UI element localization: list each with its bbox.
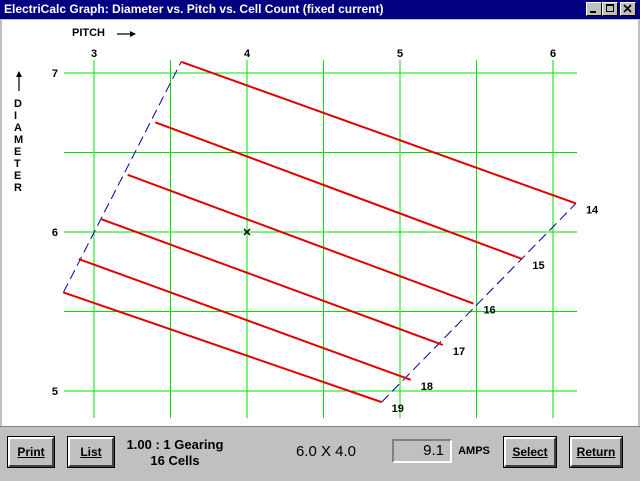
print-button[interactable]: Print — [7, 436, 55, 468]
graph-area: PITCH DIAMETER 3 4 5 6 7 6 5 14 15 16 17 18 19 — [2, 20, 638, 426]
series-label: 15 — [532, 260, 544, 272]
graph-canvas: 3 4 5 6 7 6 5 14 15 16 17 18 19 — [52, 48, 599, 418]
boundary-line — [62, 61, 182, 293]
close-icon — [623, 4, 632, 13]
x-tick-label: 4 — [244, 48, 251, 60]
maximize-icon — [606, 4, 614, 12]
series-line — [154, 121, 523, 260]
cells-text: 16 Cells — [150, 453, 200, 468]
bottom-panel: Print List 1.00 : 1 Gearing 16 Cells 6.0… — [0, 426, 640, 481]
series-line — [127, 173, 474, 305]
y-tick-label: 6 — [52, 227, 58, 239]
boundary-line — [381, 203, 577, 403]
amps-unit: AMPS — [458, 445, 490, 457]
title-bar: ElectriCalc Graph: Diameter vs. Pitch vs… — [0, 0, 640, 19]
x-tick-label: 5 — [397, 48, 403, 60]
select-button[interactable]: Select — [503, 436, 557, 468]
gearing-text: 1.00 : 1 Gearing — [126, 437, 224, 452]
x-tick-label: 3 — [91, 48, 97, 60]
close-button[interactable] — [620, 2, 636, 16]
series-label: 17 — [453, 346, 465, 358]
maximize-button[interactable] — [602, 2, 618, 16]
window-title: ElectriCalc Graph: Diameter vs. Pitch vs… — [4, 2, 384, 16]
minimize-button[interactable] — [586, 2, 602, 16]
list-button[interactable]: List — [67, 436, 115, 468]
series-line — [63, 291, 382, 404]
series-label: 14 — [586, 204, 599, 216]
prop-size-text: 6.0 X 4.0 — [295, 443, 357, 460]
return-button[interactable]: Return — [569, 436, 623, 468]
series-label: 16 — [483, 305, 495, 317]
x-tick-label: 6 — [550, 48, 556, 60]
amps-value: 9.1 — [392, 439, 452, 463]
y-tick-label: 5 — [52, 386, 58, 398]
series-line — [101, 218, 444, 346]
minimize-icon — [590, 11, 596, 13]
series-label: 18 — [421, 381, 433, 393]
series-label: 19 — [392, 403, 404, 415]
series-line — [78, 258, 412, 381]
y-tick-label: 7 — [52, 68, 58, 80]
series-line — [180, 60, 577, 205]
